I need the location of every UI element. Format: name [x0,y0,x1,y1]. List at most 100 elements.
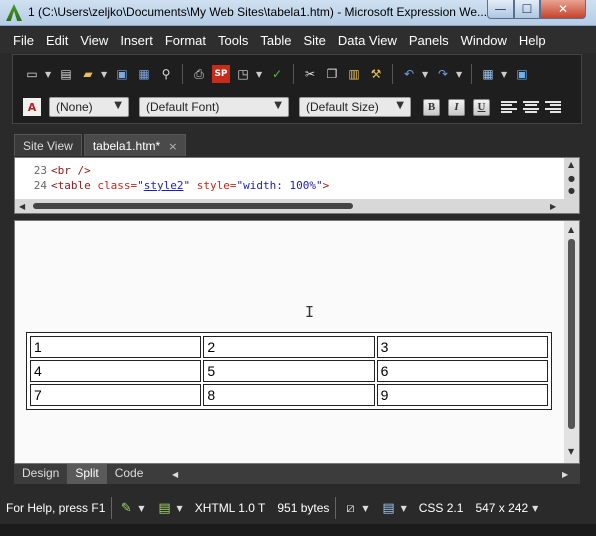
tab-site-view[interactable]: Site View [14,134,82,156]
paste-icon[interactable]: ▥ [345,65,363,83]
bold-button[interactable]: B [423,98,440,116]
new-dropdown-icon[interactable]: ▼ [45,70,53,79]
insert-layer-icon[interactable]: ▣ [513,65,531,83]
redo-icon[interactable]: ↷ [434,65,452,83]
table-cell[interactable]: 6 [376,360,548,382]
print-icon[interactable]: ⎙ [190,65,208,83]
menu-table[interactable]: Table [254,27,297,53]
menu-site[interactable]: Site [297,27,331,53]
menu-help[interactable]: Help [513,27,552,53]
status-doctype[interactable]: XHTML 1.0 T [189,493,272,523]
format-painter-icon[interactable]: ⚒ [367,65,385,83]
scroll-left-icon[interactable]: ◀ [172,470,178,479]
title-bar: 1 (C:\Users\zeljko\Documents\My Web Site… [0,0,596,26]
menu-view[interactable]: View [74,27,114,53]
undo-icon[interactable]: ↶ [400,65,418,83]
spelling-icon[interactable]: ✓ [268,65,286,83]
scroll-right-icon[interactable]: ▶ [562,470,568,479]
maximize-button[interactable]: ☐ [514,0,540,19]
table-cell[interactable]: 2 [203,336,375,358]
close-button[interactable]: ✕ [540,0,586,19]
preview-icon[interactable]: ◳ [234,65,252,83]
code-tag-close: > [322,179,330,192]
scroll-up-icon[interactable]: ▲ [568,225,574,234]
minimize-button[interactable]: — [487,0,514,19]
style-select-value: (None) [56,100,93,114]
align-right-icon[interactable] [544,99,562,115]
menu-window[interactable]: Window [455,27,513,53]
chevron-down-icon: ▼ [274,100,282,111]
align-left-icon[interactable] [500,99,518,115]
scroll-up-icon[interactable]: ▲ [568,160,574,169]
size-select-value: (Default Size) [306,100,379,114]
menu-data-view[interactable]: Data View [332,27,403,53]
toolbars: ▭ ▼ ▤ ▰ ▼ ▣ ▦ ⚲ ⎙ SP ◳ ▼ ✓ ✂ ❐ ▥ ⚒ ↶ ▼ ↷… [12,54,582,124]
page-size-button[interactable]: 547 x 242 ▼ [469,493,544,523]
table-cell[interactable]: 8 [203,384,375,406]
insert-table-icon[interactable]: ▦ [479,65,497,83]
tab-design[interactable]: Design [14,464,67,484]
menu-insert[interactable]: Insert [114,27,159,53]
table-cell[interactable]: 7 [30,384,202,406]
scroll-left-icon[interactable]: ◀ [19,202,25,211]
italic-button[interactable]: I [448,98,465,116]
code-vertical-scrollbar[interactable]: ▲ ● ● [564,158,579,200]
line-number: 23 [33,164,47,177]
sharepoint-icon[interactable]: SP [212,65,230,83]
layout-button[interactable]: ⧄ ▼ [336,493,374,523]
toolbar-separator [392,64,393,84]
redo-dropdown-icon[interactable]: ▼ [456,70,464,79]
undo-dropdown-icon[interactable]: ▼ [422,70,430,79]
open-icon[interactable]: ▤ [57,65,75,83]
schema-button[interactable]: ▤ ▼ [375,493,413,523]
save-all-icon[interactable]: ▦ [135,65,153,83]
menu-file[interactable]: File [7,27,40,53]
status-css[interactable]: CSS 2.1 [413,493,470,523]
menu-tools[interactable]: Tools [212,27,254,53]
cut-icon[interactable]: ✂ [301,65,319,83]
style-app-button[interactable]: ▤ ▼ [151,493,189,523]
tab-code[interactable]: Code [107,464,152,484]
find-icon[interactable]: ⚲ [157,65,175,83]
align-center-icon[interactable] [522,99,540,115]
scroll-down-icon[interactable]: ● [568,186,575,195]
table-dropdown-icon[interactable]: ▼ [501,70,509,79]
preview-dropdown-icon[interactable]: ▼ [256,70,264,79]
design-vertical-scrollbar[interactable]: ▲ ▼ [564,221,579,463]
save-icon[interactable]: ▣ [113,65,131,83]
tab-split[interactable]: Split [67,464,107,484]
code-class-link[interactable]: style2 [144,179,184,192]
font-select[interactable]: (Default Font) ▼ [139,97,289,117]
content-table[interactable]: 1 2 3 4 5 6 7 8 9 [26,332,552,410]
menu-format[interactable]: Format [159,27,212,53]
menu-panels[interactable]: Panels [403,27,455,53]
design-pane[interactable]: I 1 2 3 4 5 6 7 8 9 ▲ ▼ [14,220,580,464]
visual-aids-button[interactable]: ✎ ▼ [112,493,150,523]
underline-button[interactable]: U [473,98,490,116]
open-dropdown-icon[interactable]: ▼ [101,70,109,79]
new-page-icon[interactable]: ▭ [23,65,41,83]
chevron-down-icon: ▼ [362,503,369,513]
size-select[interactable]: (Default Size) ▼ [299,97,411,117]
copy-icon[interactable]: ❐ [323,65,341,83]
table-cell[interactable]: 5 [203,360,375,382]
scroll-right-icon[interactable]: ▶ [550,202,556,211]
code-scroll-thumb[interactable] [33,203,353,209]
table-cell[interactable]: 3 [376,336,548,358]
code-horizontal-scrollbar[interactable]: ◀ ▶ [15,199,579,213]
font-select-value: (Default Font) [146,100,220,114]
folder-icon[interactable]: ▰ [79,65,97,83]
style-select[interactable]: (None) ▼ [49,97,129,117]
table-cell[interactable]: 4 [30,360,202,382]
scroll-down-icon[interactable]: ▼ [568,447,574,456]
table-cell[interactable]: 1 [30,336,202,358]
menu-edit[interactable]: Edit [40,27,74,53]
tab-tabela1[interactable]: tabela1.htm* × [83,134,187,156]
tab-label: tabela1.htm* [92,139,161,153]
table-cell[interactable]: 9 [376,384,548,406]
style-application-icon[interactable]: A [23,98,41,116]
scroll-thumb-icon[interactable]: ● [568,174,575,183]
code-pane[interactable]: 23 <br /> 24 <table class="style2" style="… [14,157,580,214]
design-scroll-thumb[interactable] [568,239,575,429]
close-icon[interactable]: × [168,140,177,153]
